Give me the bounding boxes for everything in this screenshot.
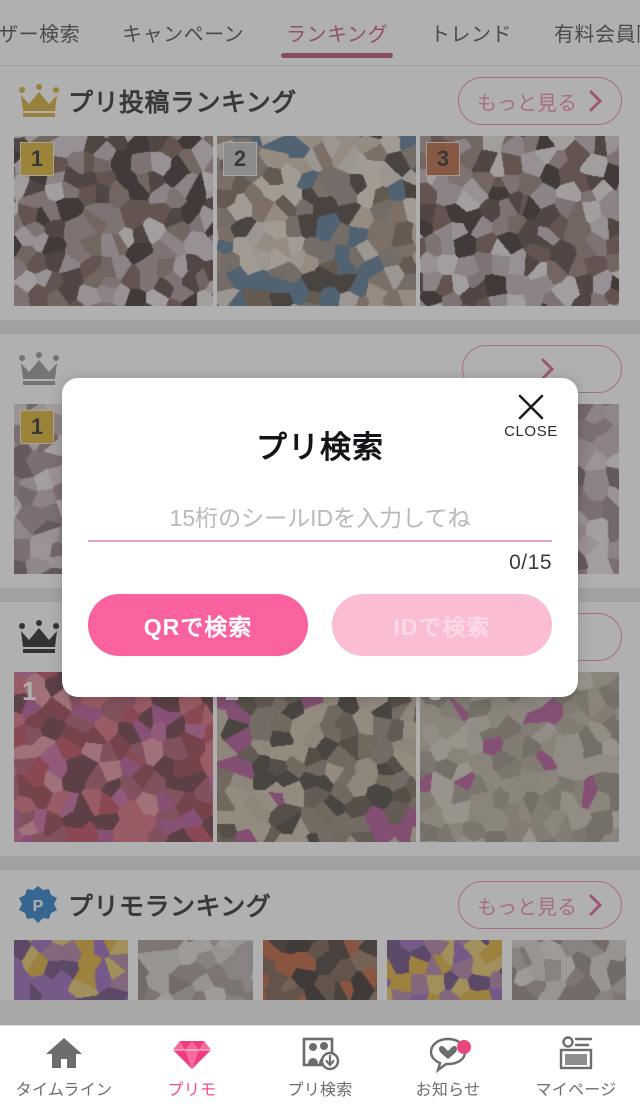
nav-item-mypage[interactable]: マイページ (512, 1026, 640, 1107)
nav-item-notifications[interactable]: お知らせ (384, 1026, 512, 1107)
tab-label: ランキング (286, 24, 389, 46)
svg-text:P: P (33, 898, 44, 915)
tab-trend[interactable]: トレンド (409, 0, 533, 66)
tab-label: ーザー検索 (0, 24, 81, 46)
nav-label: タイムライン (15, 1082, 113, 1099)
close-button[interactable]: CLOSE (502, 392, 560, 440)
thumbnail-row-third-ranking: 1 2 3 (0, 672, 640, 856)
ranking-thumbnail[interactable]: 1 (14, 136, 213, 306)
tab-label: トレンド (430, 24, 513, 46)
home-icon (46, 1038, 82, 1068)
avatar-row-primo-ranking (0, 940, 640, 1000)
seal-id-input[interactable] (88, 505, 552, 540)
pri-search-modal: CLOSE プリ検索 0/15 QRで検索 IDで検索 (62, 378, 578, 697)
nav-item-primo[interactable]: プリモ (128, 1026, 256, 1107)
tab-label: 有料会員限定 (554, 24, 640, 46)
tab-ranking[interactable]: ランキング (265, 0, 409, 66)
top-tab-bar: ーザー検索 キャンペーン ランキング トレンド 有料会員限定 (0, 0, 640, 66)
modal-title: プリ検索 (256, 430, 384, 465)
ranking-thumbnail[interactable]: 3 (420, 672, 619, 842)
profile-card-icon (559, 1036, 593, 1070)
close-x-icon (518, 394, 544, 420)
section-header-post-ranking: プリ投稿ランキング もっと見る (0, 66, 640, 136)
nav-label: プリ検索 (287, 1082, 353, 1099)
crown-black-icon (19, 620, 59, 653)
ranking-thumbnail[interactable]: 2 (217, 672, 416, 842)
tab-premium[interactable]: 有料会員限定 (533, 0, 640, 66)
more-button-primo-ranking[interactable]: もっと見る (458, 881, 622, 929)
rank-badge: 1 (20, 410, 54, 444)
primo-badge-icon: P (19, 886, 57, 923)
chevron-right-icon (541, 358, 555, 380)
photo-download-icon (302, 1037, 340, 1071)
more-button-label: もっと見る (477, 92, 577, 115)
section-divider (0, 856, 640, 870)
seal-id-field-wrap (62, 505, 578, 542)
tab-user-search[interactable]: ーザー検索 (0, 0, 101, 66)
tab-label: キャンペーン (122, 24, 245, 46)
section-title: プリ投稿ランキング (68, 89, 297, 117)
section-header-primo-ranking: P プリモランキング もっと見る (0, 870, 640, 940)
ranking-thumbnail[interactable]: 3 (420, 136, 619, 306)
primo-avatar[interactable] (262, 940, 378, 1000)
ranking-thumbnail[interactable]: 2 (217, 136, 416, 306)
nav-label: マイページ (535, 1082, 617, 1099)
diamond-icon (173, 1041, 211, 1069)
qr-search-button[interactable]: QRで検索 (88, 593, 308, 656)
id-search-button[interactable]: IDで検索 (332, 593, 552, 656)
rank-badge: 2 (223, 142, 257, 176)
nav-item-pri-search[interactable]: プリ検索 (256, 1026, 384, 1107)
tab-campaign[interactable]: キャンペーン (101, 0, 265, 66)
chevron-right-icon (589, 894, 603, 916)
primo-avatar[interactable] (511, 940, 627, 1000)
nav-label: お知らせ (415, 1082, 481, 1099)
chevron-right-icon (589, 90, 603, 112)
close-button-label: CLOSE (504, 423, 558, 440)
rank-badge: 3 (426, 142, 460, 176)
ranking-thumbnail[interactable]: 1 (14, 672, 213, 842)
rank-badge: 1 (22, 675, 37, 706)
bottom-navigation-bar: タイムライン プリモ プリ検索 お知らせ マイページ (0, 1025, 640, 1107)
section-divider (0, 320, 640, 334)
primo-avatar[interactable] (138, 940, 253, 1000)
primo-avatar[interactable] (14, 940, 129, 1000)
character-counter: 0/15 (509, 550, 552, 574)
section-title: プリモランキング (68, 893, 272, 921)
more-button-post-ranking[interactable]: もっと見る (458, 77, 622, 125)
notification-badge (457, 1040, 471, 1054)
thumbnail-row-post-ranking: 1 2 3 (0, 136, 640, 320)
crown-silver-icon (19, 352, 59, 385)
modal-action-row: QRで検索 IDで検索 (62, 575, 578, 656)
crown-gold-icon (19, 84, 59, 117)
nav-label: プリモ (167, 1082, 217, 1099)
primo-avatar[interactable] (387, 940, 502, 1000)
nav-item-timeline[interactable]: タイムライン (0, 1026, 128, 1107)
more-button-label: もっと見る (477, 896, 577, 919)
rank-badge: 1 (20, 142, 54, 176)
